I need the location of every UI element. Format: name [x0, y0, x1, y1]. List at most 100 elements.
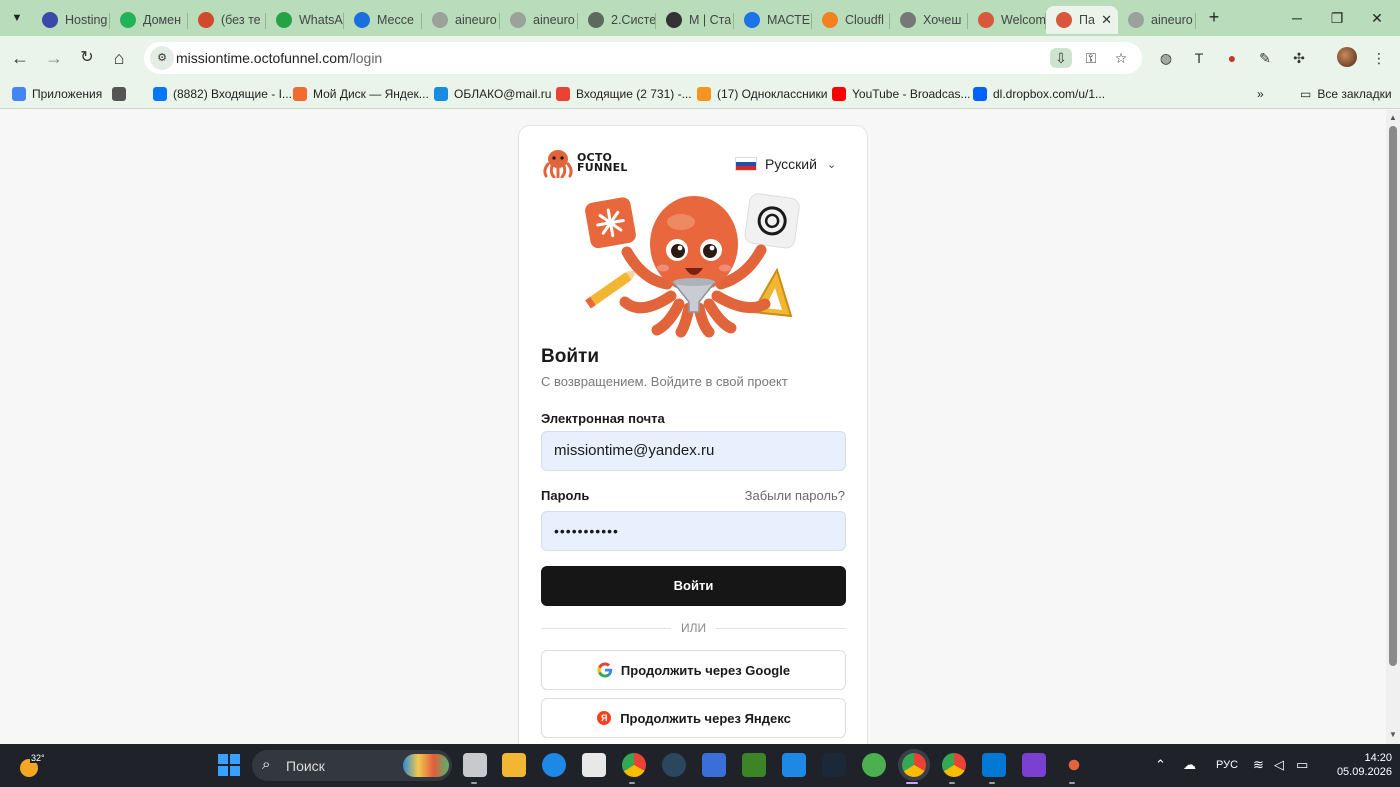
- forward-button[interactable]: →: [42, 46, 66, 70]
- weather-widget[interactable]: 32°: [18, 753, 46, 777]
- tab-active[interactable]: Па ✕: [1046, 6, 1118, 34]
- tab-favicon-icon: [42, 12, 58, 28]
- password-key-icon[interactable]: ⚿: [1080, 48, 1102, 68]
- start-button[interactable]: [218, 754, 240, 776]
- google-login-button[interactable]: Продолжить через Google: [541, 650, 846, 690]
- extensions-puzzle-icon[interactable]: ✣: [1288, 48, 1310, 68]
- scroll-down-icon[interactable]: ▼: [1389, 730, 1397, 739]
- window-close-button[interactable]: ✕: [1362, 6, 1392, 30]
- store-icon[interactable]: [582, 753, 606, 777]
- text-extension-icon[interactable]: T: [1188, 48, 1210, 68]
- browser-tab[interactable]: Домен: [110, 6, 188, 34]
- reload-button[interactable]: ↻: [75, 46, 99, 70]
- utorrent-icon[interactable]: [862, 753, 886, 777]
- install-app-icon[interactable]: ⇩: [1050, 48, 1072, 68]
- yandex-login-button[interactable]: Я Продолжить через Яндекс: [541, 698, 846, 738]
- browser-tab[interactable]: aineuro: [500, 6, 578, 34]
- windows-taskbar: 32° ⌕ Поиск ⌃ ☁ РУС ≋ ◁ ▭ 14:20 05.09.20…: [0, 744, 1400, 787]
- bookmark-item[interactable]: ОБЛАКО@mail.ru: [434, 84, 551, 104]
- browser-tab[interactable]: Мессе: [344, 6, 422, 34]
- browser-tab[interactable]: Cloudfl: [812, 6, 890, 34]
- maximize-button[interactable]: ❐: [1322, 6, 1352, 30]
- bookmark-item[interactable]: Входящие (2 731) -...: [556, 84, 692, 104]
- forgot-password-link[interactable]: Забыли пароль?: [745, 488, 845, 503]
- profile-avatar[interactable]: [1337, 47, 1357, 67]
- battery-icon[interactable]: ▭: [1296, 757, 1308, 773]
- globe-extension-icon[interactable]: ◍: [1155, 48, 1177, 68]
- virtualbox-icon[interactable]: [782, 753, 806, 777]
- page-scrollbar[interactable]: ▲ ▼: [1386, 110, 1400, 744]
- language-selector[interactable]: Русский ⌄: [735, 156, 836, 172]
- tab-favicon-icon: [1056, 12, 1072, 28]
- back-button[interactable]: ←: [8, 46, 32, 70]
- minecraft-icon[interactable]: [742, 753, 766, 777]
- url-text[interactable]: missiontime.octofunnel.com/login: [176, 50, 382, 66]
- address-bar[interactable]: ⚙ missiontime.octofunnel.com/login ⇩ ⚿ ☆: [144, 42, 1142, 74]
- input-language[interactable]: РУС: [1216, 759, 1238, 771]
- claude-app-icon[interactable]: [1062, 753, 1086, 777]
- tab-favicon-icon: [744, 12, 760, 28]
- chrome-icon[interactable]: [622, 753, 646, 777]
- steam-icon[interactable]: [662, 753, 686, 777]
- menu-dots-icon[interactable]: ⋮: [1368, 48, 1390, 68]
- media-app-icon[interactable]: [1022, 753, 1046, 777]
- browser-tab[interactable]: Hosting: [32, 6, 110, 34]
- browser-tab[interactable]: МАСТЕ: [734, 6, 812, 34]
- bookmark-item[interactable]: (8882) Входящие - I...: [153, 84, 292, 104]
- file-explorer-icon[interactable]: [502, 753, 526, 777]
- tab-title: aineuro: [1151, 13, 1193, 27]
- browser-tab[interactable]: WhatsA: [266, 6, 344, 34]
- taskbar-search[interactable]: ⌕ Поиск: [252, 750, 452, 781]
- bookmarks-bar: » ▭ Все закладки Приложения (8882) Входящ…: [0, 80, 1400, 109]
- bookmarks-overflow-icon[interactable]: »: [1257, 84, 1264, 104]
- pen-extension-icon[interactable]: ✎: [1254, 48, 1276, 68]
- site-info-icon[interactable]: ⚙: [150, 46, 174, 70]
- system-clock[interactable]: 14:20 05.09.2026: [1322, 751, 1392, 779]
- browser-tab[interactable]: aineuro: [1118, 6, 1196, 34]
- powershell-icon[interactable]: [702, 753, 726, 777]
- chrome-profile-icon[interactable]: [942, 753, 966, 777]
- bookmark-favicon-icon: [112, 87, 126, 101]
- task-view-icon[interactable]: [463, 753, 487, 777]
- tab-favicon-icon: [1128, 12, 1144, 28]
- or-divider: ИЛИ: [541, 621, 846, 635]
- tab-search-chevron-icon[interactable]: ▼: [6, 7, 28, 29]
- scrollbar-thumb[interactable]: [1389, 126, 1397, 666]
- volume-icon[interactable]: ◁: [1274, 757, 1284, 773]
- wifi-icon[interactable]: ≋: [1253, 757, 1264, 773]
- scroll-up-icon[interactable]: ▲: [1389, 113, 1397, 122]
- tray-overflow-icon[interactable]: ⌃: [1155, 757, 1166, 773]
- tab-favicon-icon: [822, 12, 838, 28]
- onedrive-icon[interactable]: ☁: [1183, 757, 1196, 773]
- edge-icon[interactable]: [542, 753, 566, 777]
- bookmark-item[interactable]: YouTube - Broadcas...: [832, 84, 971, 104]
- bookmark-item[interactable]: Мой Диск — Яндек...: [293, 84, 429, 104]
- new-tab-button[interactable]: +: [1204, 8, 1224, 28]
- octofunnel-logo[interactable]: OCTO FUNNEL: [541, 148, 628, 178]
- chrome-active-icon[interactable]: [902, 753, 926, 777]
- browser-tab[interactable]: Хочеш: [890, 6, 968, 34]
- browser-tab[interactable]: M | Ста: [656, 6, 734, 34]
- minimize-button[interactable]: ─: [1282, 6, 1312, 30]
- password-field[interactable]: •••••••••••: [541, 511, 846, 551]
- steam-alt-icon[interactable]: [822, 753, 846, 777]
- bookmark-label: Входящие (2 731) -...: [576, 87, 692, 101]
- vscode-icon[interactable]: [982, 753, 1006, 777]
- bookmark-item[interactable]: Приложения: [12, 84, 102, 104]
- bookmark-star-icon[interactable]: ☆: [1110, 48, 1132, 68]
- bookmark-item[interactable]: (17) Одноклассники: [697, 84, 827, 104]
- browser-tab[interactable]: aineuro: [422, 6, 500, 34]
- tab-favicon-icon: [900, 12, 916, 28]
- ext-red-icon[interactable]: ●: [1221, 48, 1243, 68]
- bookmark-item[interactable]: dl.dropbox.com/u/1...: [973, 84, 1105, 104]
- browser-tab[interactable]: 2.Систе: [578, 6, 656, 34]
- browser-tab[interactable]: Welcom: [968, 6, 1046, 34]
- login-button[interactable]: Войти: [541, 566, 846, 606]
- tab-close-icon[interactable]: ✕: [1101, 12, 1112, 28]
- browser-tab[interactable]: (без те: [188, 6, 266, 34]
- bookmark-apps-grid-icon[interactable]: [112, 84, 132, 104]
- email-field[interactable]: missiontime@yandex.ru: [541, 431, 846, 471]
- home-button[interactable]: ⌂: [107, 46, 131, 70]
- tab-title: aineuro: [533, 13, 575, 27]
- all-bookmarks-button[interactable]: ▭ Все закладки: [1300, 84, 1392, 104]
